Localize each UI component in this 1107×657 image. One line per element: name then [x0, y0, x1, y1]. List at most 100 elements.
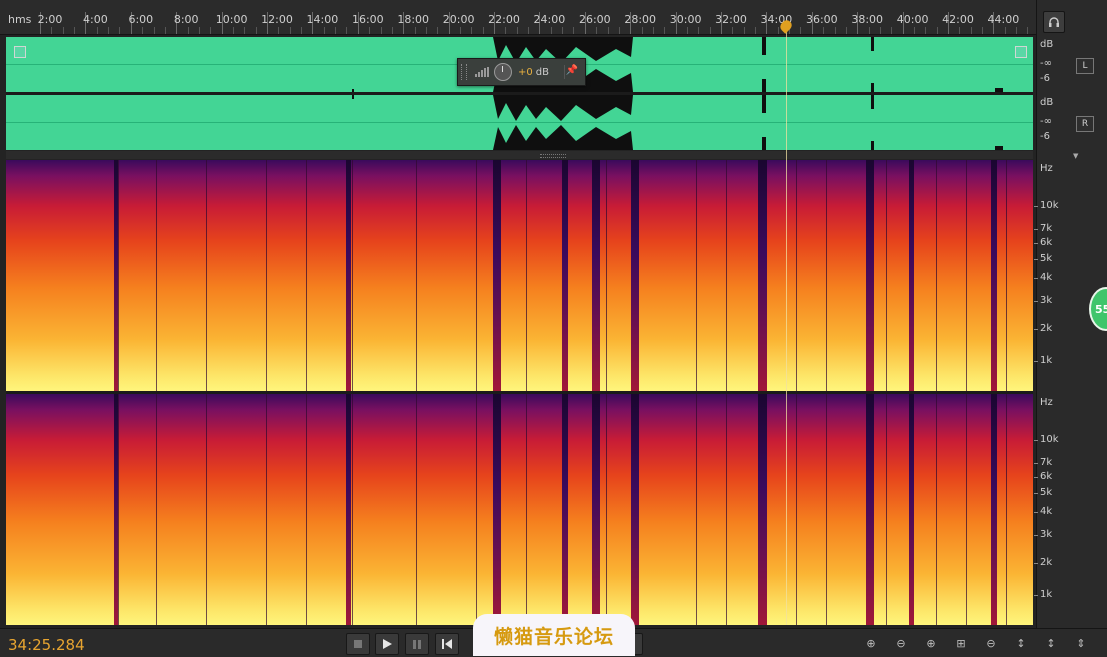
ruler-minor-tick: [891, 27, 893, 34]
spectral-streak: [206, 160, 207, 391]
hz-tick-mark: [1034, 562, 1038, 564]
view-splitter[interactable]: [6, 151, 1033, 159]
ruler-minor-tick: [800, 27, 802, 34]
current-time-display[interactable]: 34:25.284: [8, 636, 85, 654]
ruler-label: 44:00: [987, 13, 1020, 26]
hz-tick-mark: [1034, 477, 1038, 479]
spectral-streak: [886, 394, 887, 625]
spectral-streak: [526, 394, 527, 625]
ruler-minor-tick: [959, 27, 961, 34]
gain-knob[interactable]: [494, 63, 512, 81]
ruler-minor-tick: [516, 27, 518, 34]
hz-tick-mark: [1034, 511, 1038, 513]
channel-left-button[interactable]: L: [1076, 58, 1094, 74]
ruler-minor-tick: [743, 27, 745, 34]
ruler-minor-tick: [301, 27, 303, 34]
spectral-streak: [1006, 394, 1007, 625]
spectral-streak: [156, 394, 157, 625]
splitter-grip[interactable]: [540, 154, 566, 158]
spectral-streak: [206, 394, 207, 625]
ruler-minor-tick: [74, 27, 76, 34]
playhead-line[interactable]: [786, 25, 787, 625]
spectral-dropout: [758, 394, 767, 625]
zoom-reset-frequency-icon[interactable]: ⇕: [1072, 637, 1090, 653]
spectral-streak: [416, 394, 417, 625]
waveform-peaks-right: [352, 95, 1003, 150]
db-inf-left: -∞: [1040, 58, 1052, 69]
ruler-minor-tick: [562, 27, 564, 34]
ruler-minor-tick: [868, 27, 870, 34]
ruler-minor-tick: [289, 27, 291, 34]
ruler-minor-tick: [1016, 27, 1018, 34]
channel-right-button[interactable]: R: [1076, 116, 1094, 132]
zoom-selection-icon[interactable]: ⊞: [952, 637, 970, 653]
spectral-dropout: [909, 394, 914, 625]
stop-button[interactable]: [346, 633, 370, 655]
time-ruler[interactable]: hms 2:00 4:00 6:00 8:00 10:00 12:00 14:00 16:00…: [0, 0, 1040, 35]
ruler-label: 8:00: [173, 13, 199, 26]
spectrogram-right-channel[interactable]: [6, 394, 1033, 625]
zoom-out-frequency-icon[interactable]: ↕: [1042, 637, 1060, 653]
spectral-dropout: [562, 394, 568, 625]
ruler-minor-tick: [187, 27, 189, 34]
waveform-right-channel[interactable]: [6, 95, 1033, 150]
hz-tick-label: 10k: [1040, 200, 1059, 212]
spectral-streak: [606, 394, 607, 625]
gain-value[interactable]: +0: [518, 67, 533, 78]
spectral-streak: [266, 394, 267, 625]
spectral-streak: [726, 394, 727, 625]
hz-tick-mark: [1034, 328, 1038, 330]
spectral-dropout: [592, 160, 600, 391]
ruler-label: 42:00: [942, 13, 974, 26]
forum-watermark: 懒猫音乐论坛: [473, 614, 635, 656]
hz-tick-label: 1k: [1040, 588, 1053, 600]
spectral-dropout: [562, 160, 568, 391]
ruler-minor-tick: [198, 27, 200, 34]
zoom-out-amplitude-icon[interactable]: ⊖: [892, 637, 910, 653]
ruler-minor-tick: [834, 27, 836, 34]
hz-tick-mark: [1034, 259, 1038, 261]
hud-drag-grip[interactable]: [461, 64, 467, 80]
ruler-minor-tick: [51, 27, 53, 34]
ruler-minor-tick: [62, 27, 64, 34]
zoom-in-amplitude-icon[interactable]: ⊕: [862, 637, 880, 653]
ruler-minor-tick: [391, 27, 393, 34]
collapse-arrow-icon[interactable]: ▼: [1073, 152, 1078, 160]
ruler-minor-tick: [528, 27, 530, 34]
spectral-dropout: [866, 394, 874, 625]
ruler-minor-tick: [96, 27, 98, 34]
spectral-streak: [966, 160, 967, 391]
ruler-minor-tick: [777, 27, 779, 34]
zoom-out-full-icon[interactable]: ⊖: [982, 637, 1000, 653]
hz-unit-label: Hz: [1040, 163, 1053, 174]
ruler-minor-tick: [823, 27, 825, 34]
ruler-minor-tick: [732, 27, 734, 34]
headphones-icon: [1049, 17, 1059, 27]
ruler-minor-tick: [1004, 27, 1006, 34]
spectral-dropout: [631, 160, 639, 391]
spectral-streak: [526, 160, 527, 391]
ruler-label: 12:00: [261, 13, 293, 26]
zoom-in-frequency-icon[interactable]: ↕: [1012, 637, 1030, 653]
hz-tick-mark: [1034, 440, 1038, 442]
spectral-streak: [352, 394, 353, 625]
pause-button[interactable]: [405, 633, 429, 655]
play-button[interactable]: [375, 633, 399, 655]
gain-hud[interactable]: +0 dB 📌: [457, 58, 586, 86]
ruler-minor-tick: [709, 27, 711, 34]
ruler-minor-tick: [108, 27, 110, 34]
ruler-minor-tick: [879, 27, 881, 34]
spectral-streak: [726, 160, 727, 391]
ruler-minor-tick: [925, 27, 927, 34]
zoom-in-time-icon[interactable]: ⊕: [922, 637, 940, 653]
skip-to-start-button[interactable]: [435, 633, 459, 655]
pin-icon[interactable]: 📌: [564, 65, 579, 79]
spectral-streak: [796, 160, 797, 391]
spectral-streak: [796, 394, 797, 625]
spectrogram-left-channel[interactable]: [6, 160, 1033, 391]
spectral-streak: [306, 160, 307, 391]
ruler-minor-tick: [164, 27, 166, 34]
hz-tick-mark: [1034, 493, 1038, 495]
hz-unit-label: Hz: [1040, 397, 1053, 408]
headphone-monitor-button[interactable]: [1043, 11, 1065, 33]
